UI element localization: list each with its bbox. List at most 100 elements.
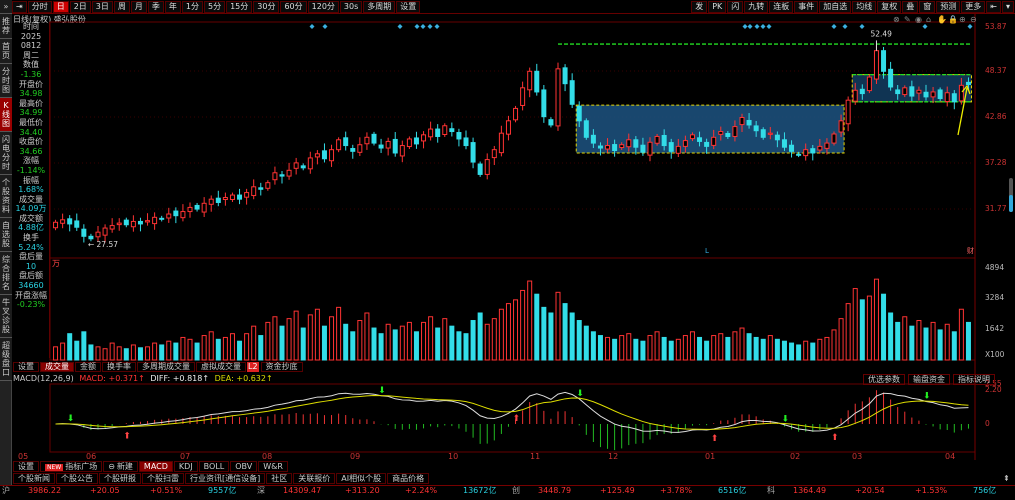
index-name[interactable]: 创 [512,486,520,496]
volume-bar [505,303,511,361]
volume-bar [654,331,660,361]
event-marker-icon [831,24,837,29]
news-tab[interactable]: 个股研报 [99,473,141,484]
candle-body [343,137,349,147]
event-marker-icon [309,24,315,29]
candle-body [789,144,795,152]
volume-bar [697,336,703,361]
candle-body [845,99,851,125]
l-marker: L [705,247,709,255]
candle-body [888,68,894,88]
index-name[interactable]: 深 [257,486,265,496]
target-icon: ⊗ [893,15,900,24]
candle-body [668,142,674,152]
indicator-tab[interactable]: NEW 指标广场 [40,461,103,472]
index-name[interactable]: 沪 [2,486,10,496]
macd-button[interactable]: 优选参数 [863,374,905,385]
candle-body [746,119,752,126]
volume-tab[interactable]: 成交量 [40,362,74,372]
price-axis-label: 53.87 [985,22,1007,31]
volume-bar [888,312,894,361]
candle-body [597,145,603,149]
candle-body [95,231,101,238]
volume-bar [937,329,943,361]
candle-body [590,134,596,144]
indicator-tab[interactable]: 设置 [13,461,39,472]
volume-bar [605,336,611,361]
candle-body [265,182,271,189]
index-percent: +2.24% [405,486,438,495]
candle-body [222,197,228,201]
indicator-tab[interactable]: MACD [138,461,173,472]
macd-button[interactable]: 输盘资金 [908,374,950,385]
candle-body [428,128,434,138]
volume-bar [866,295,872,361]
indicator-tab[interactable]: KDJ [173,461,198,472]
volume-axis-label: 4894 [985,263,1005,272]
candle-body [293,162,299,169]
volume-tab[interactable]: 设置 [13,362,39,372]
volume-bar [789,342,795,361]
volume-tab[interactable]: 资金抄底 [260,362,303,372]
candle-body [852,89,858,102]
volume-bar [237,340,243,361]
volume-bar [406,321,412,361]
candle-body [937,89,943,100]
candle-body [654,135,660,144]
candle-body [272,172,278,181]
news-tab[interactable]: 个股新闻 [13,473,55,484]
kline-chart[interactable]: 52.49 ← 27.57 ⊗ ✎ ◉ ⌂ ✋ 🔒 ⊕ ⊖ 财 L 万 ⬇ ⬆ ⬇ ⬆ ⬇ ⬆ ⬇ ⬆ ⬇ [0,0,1015,500]
candle-body [965,81,971,86]
indicator-tab[interactable]: W&R [258,461,288,472]
volume-tab[interactable]: 金额 [75,362,101,372]
news-tab[interactable]: 个股扫雷 [142,473,184,484]
news-tab[interactable]: 商品价格 [387,473,430,484]
candle-body [774,134,780,141]
news-tab[interactable]: 个股公告 [56,473,98,484]
volume-bar [746,333,752,361]
news-tab[interactable]: AI相似个股 [336,473,387,484]
month-label: 09 [350,452,361,461]
pin-icon[interactable]: ⇞ [1003,474,1010,483]
scrollbar-thumb[interactable] [1009,195,1013,212]
volume-tab[interactable]: 多周期成交量 [137,362,195,372]
candle-body [498,132,504,154]
volume-bar [392,329,398,361]
indicator-tab[interactable]: ⊖ 新建 [103,461,138,472]
candle-body [895,89,901,95]
index-name[interactable]: 科 [767,486,775,496]
hand-icon: ✋ [937,14,947,24]
news-tab[interactable]: 行业资讯[通信设备] [185,473,266,484]
volume-bar [484,323,490,361]
index-amount: 13672亿 [463,486,497,495]
volume-bar [909,325,915,361]
macd-button[interactable]: 指标说明 [953,374,995,385]
volume-bar [385,323,391,361]
volume-bar [463,333,469,361]
macd-axis-label: 2.20 [985,385,1002,394]
volume-tab[interactable]: 虚拟成交量 [196,362,246,372]
index-amount: 9557亿 [208,486,237,495]
volume-bar [251,325,257,361]
news-tab[interactable]: 社区 [266,473,293,484]
volume-bar [95,346,101,361]
month-label: 03 [852,452,863,461]
candle-body [689,134,695,140]
candle-body [307,157,313,170]
volume-bar [293,310,299,361]
candle-body [951,93,957,103]
event-marker-icon [747,24,753,29]
price-axis-label: 48.37 [985,66,1007,75]
volume-bar [187,338,193,361]
macd-buttons: 优选参数 输盘资金 指标说明 [860,374,995,385]
candle-body [831,133,837,144]
volume-bar [944,323,950,361]
indicator-tab[interactable]: BOLL [198,461,230,472]
volume-tab[interactable]: 换手率 [102,362,136,372]
candle-body [562,67,568,85]
volume-bar [647,335,653,361]
indicator-tab[interactable]: OBV [230,461,258,472]
volume-bar [244,333,250,361]
volume-bar [895,321,901,361]
news-tab[interactable]: 关联报价 [293,473,336,484]
